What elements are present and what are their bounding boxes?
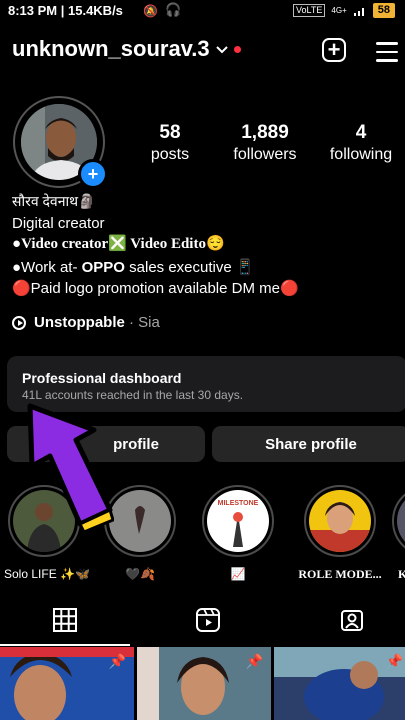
bio-line-2: ●Work at- OPPO sales executive 📱 [12, 258, 255, 276]
chevron-down-icon [215, 41, 228, 57]
reels-tab-icon[interactable] [196, 608, 220, 632]
share-profile-label: Share profile [265, 435, 357, 453]
highlight-cover [109, 490, 171, 552]
road-icon [233, 512, 243, 547]
headphones-icon: 🎧 [165, 2, 182, 17]
highlight-label: Solo LIFE ✨🦋 [4, 567, 90, 581]
following-stat[interactable]: 4 following [325, 122, 397, 164]
status-time: 8:13 PM | 15.4KB/s [8, 3, 123, 18]
following-count: 4 [355, 122, 367, 143]
create-post-icon[interactable]: + [322, 38, 346, 62]
music-title: Unstoppable [34, 314, 125, 331]
pin-icon: 📌 [385, 653, 403, 669]
menu-icon[interactable] [376, 42, 398, 68]
pin-icon: 📌 [245, 653, 263, 669]
status-bar: 8:13 PM | 15.4KB/s 🔕 🎧 VoLTE 4G+ 58 [0, 0, 405, 22]
music-artist: · Sia [124, 314, 160, 331]
profile-category: Digital creator [12, 215, 105, 232]
bio-line-2-prefix: ●Work at- [12, 259, 82, 276]
posts-stat[interactable]: 58 posts [140, 122, 200, 164]
bio-line-1: ●Video creator❎ Video Edito😌 [12, 234, 225, 253]
pin-icon: 📌 [108, 653, 126, 669]
following-label: following [329, 146, 393, 163]
add-story-button[interactable]: + [78, 159, 108, 189]
post-thumbnail[interactable]: 📌 [137, 647, 271, 720]
dashboard-title: Professional dashboard [22, 370, 182, 386]
bio-line-2-suffix: sales executive 📱 [124, 259, 255, 276]
post-thumbnail[interactable]: 📌 [0, 647, 134, 720]
followers-label: followers [233, 146, 297, 163]
username: unknown_sourav.3 [12, 36, 210, 61]
tagged-tab-icon[interactable] [340, 608, 364, 632]
highlight-k[interactable]: K [392, 485, 405, 582]
posts-count: 58 [159, 122, 181, 143]
active-tab-indicator [0, 644, 130, 646]
post-thumbnail[interactable]: 📌 [274, 647, 405, 720]
highlight-label: 🖤🍂 [125, 567, 155, 581]
bio-line-1-text: Video creator❎ Video Edito😌 [21, 236, 225, 252]
profile-name: सौरव देवनाथ🗿 [12, 193, 96, 209]
share-profile-button[interactable]: Share profile [212, 426, 405, 462]
highlight-label: K [398, 567, 405, 581]
milestone-badge: MILESTONE [217, 500, 259, 507]
arrow-overlay-icon [27, 403, 114, 534]
volte-badge: VoLTE [293, 4, 326, 17]
bullet: ● [12, 235, 22, 252]
network-indicator: 4G+ [331, 6, 347, 15]
battery-indicator: 58 [372, 3, 395, 18]
status-right: VoLTE 4G+ 58 [293, 3, 395, 18]
bio-line-2-bold: OPPO [81, 259, 125, 276]
play-icon [12, 315, 26, 330]
posts-label: posts [150, 146, 190, 163]
notification-dot [233, 45, 241, 53]
signal-icon [353, 7, 364, 16]
grid-tab-icon[interactable] [53, 608, 77, 632]
profile-music[interactable]: Unstoppable · Sia [12, 314, 160, 331]
highlight-label: ROLE MODE... [298, 567, 382, 581]
highlight-cover [309, 490, 371, 552]
highlight-milestone[interactable]: MILESTONE 📈 [198, 485, 278, 581]
followers-count: 1,889 [241, 122, 289, 143]
bio-line-3: 🔴Paid logo promotion available DM me🔴 [12, 280, 299, 297]
edit-profile-label: profile [113, 435, 159, 453]
followers-stat[interactable]: 1,889 followers [225, 122, 305, 164]
highlight-label: 📈 [230, 567, 246, 581]
highlight-role-model[interactable]: ROLE MODE... [292, 485, 388, 582]
username-switcher[interactable]: unknown_sourav.3 [12, 36, 241, 62]
mute-icon: 🔕 [143, 4, 158, 18]
